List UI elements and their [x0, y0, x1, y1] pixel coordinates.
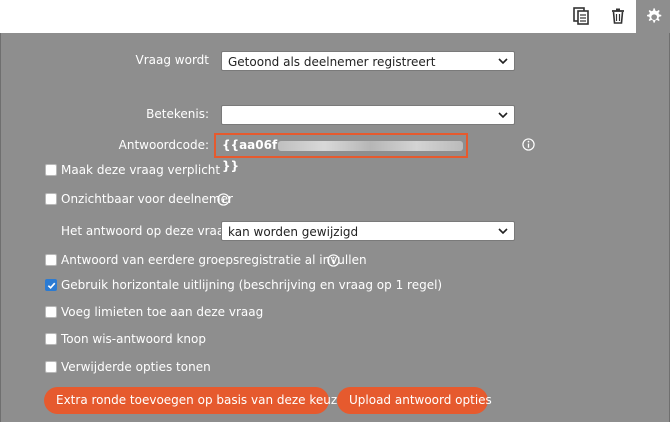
invisible-checkbox-label: Onzichtbaar voor deelnemer	[61, 192, 233, 206]
horizontal-align-checkbox[interactable]	[45, 279, 57, 291]
prefill-checkbox[interactable]	[45, 254, 57, 266]
question-becomes-label: Vraag wordt	[135, 53, 209, 67]
question-settings-panel: Vraag wordt Getoond als deelnemer regist…	[0, 33, 670, 422]
chevron-down-icon	[498, 228, 508, 235]
info-icon[interactable]	[217, 193, 230, 206]
horizontal-align-checkbox-label: Gebruik horizontale uitlijning (beschrij…	[61, 278, 443, 292]
gear-icon[interactable]	[636, 0, 670, 33]
checkmark-icon	[47, 282, 56, 290]
answer-editable-value: kan worden gewijzigd	[228, 225, 359, 239]
clear-button-checkbox[interactable]	[45, 333, 57, 345]
question-becomes-select[interactable]: Getoond als deelnemer registreert	[221, 51, 515, 71]
required-checkbox[interactable]	[45, 164, 57, 176]
answer-code-suffix: }}	[222, 159, 240, 173]
upload-options-button[interactable]: Upload antwoord opties	[337, 387, 492, 414]
info-icon[interactable]	[522, 138, 535, 151]
invisible-checkbox[interactable]	[45, 193, 57, 205]
chevron-down-icon	[498, 112, 508, 119]
answer-editable-select[interactable]: kan worden gewijzigd	[221, 221, 515, 241]
answer-code-field[interactable]: {{aa06f}}	[214, 133, 468, 173]
trash-icon[interactable]	[608, 6, 628, 26]
toolbar	[0, 0, 670, 33]
answer-code-prefix: {{aa06f	[222, 138, 278, 152]
question-becomes-value: Getoond als deelnemer registreert	[228, 55, 436, 69]
meaning-select[interactable]	[221, 105, 515, 125]
extra-round-button[interactable]: Extra ronde toevoegen op basis van deze …	[44, 387, 360, 414]
info-icon[interactable]	[327, 254, 340, 267]
required-checkbox-label: Maak deze vraag verplicht	[61, 163, 221, 177]
answer-editable-label: Het antwoord op deze vraag	[61, 224, 232, 238]
answer-code-label: Antwoordcode:	[118, 138, 209, 152]
meaning-label: Betekenis:	[146, 107, 209, 121]
deleted-options-checkbox[interactable]	[45, 361, 57, 373]
copy-icon[interactable]	[571, 6, 591, 26]
limits-checkbox-label: Voeg limieten toe aan deze vraag	[61, 305, 264, 319]
clear-button-checkbox-label: Toon wis-antwoord knop	[61, 332, 206, 346]
chevron-down-icon	[498, 58, 508, 65]
limits-checkbox[interactable]	[45, 306, 57, 318]
redacted-code	[278, 140, 464, 151]
prefill-checkbox-label: Antwoord van eerdere groepsregistratie a…	[61, 253, 367, 267]
deleted-options-checkbox-label: Verwijderde opties tonen	[61, 360, 211, 374]
